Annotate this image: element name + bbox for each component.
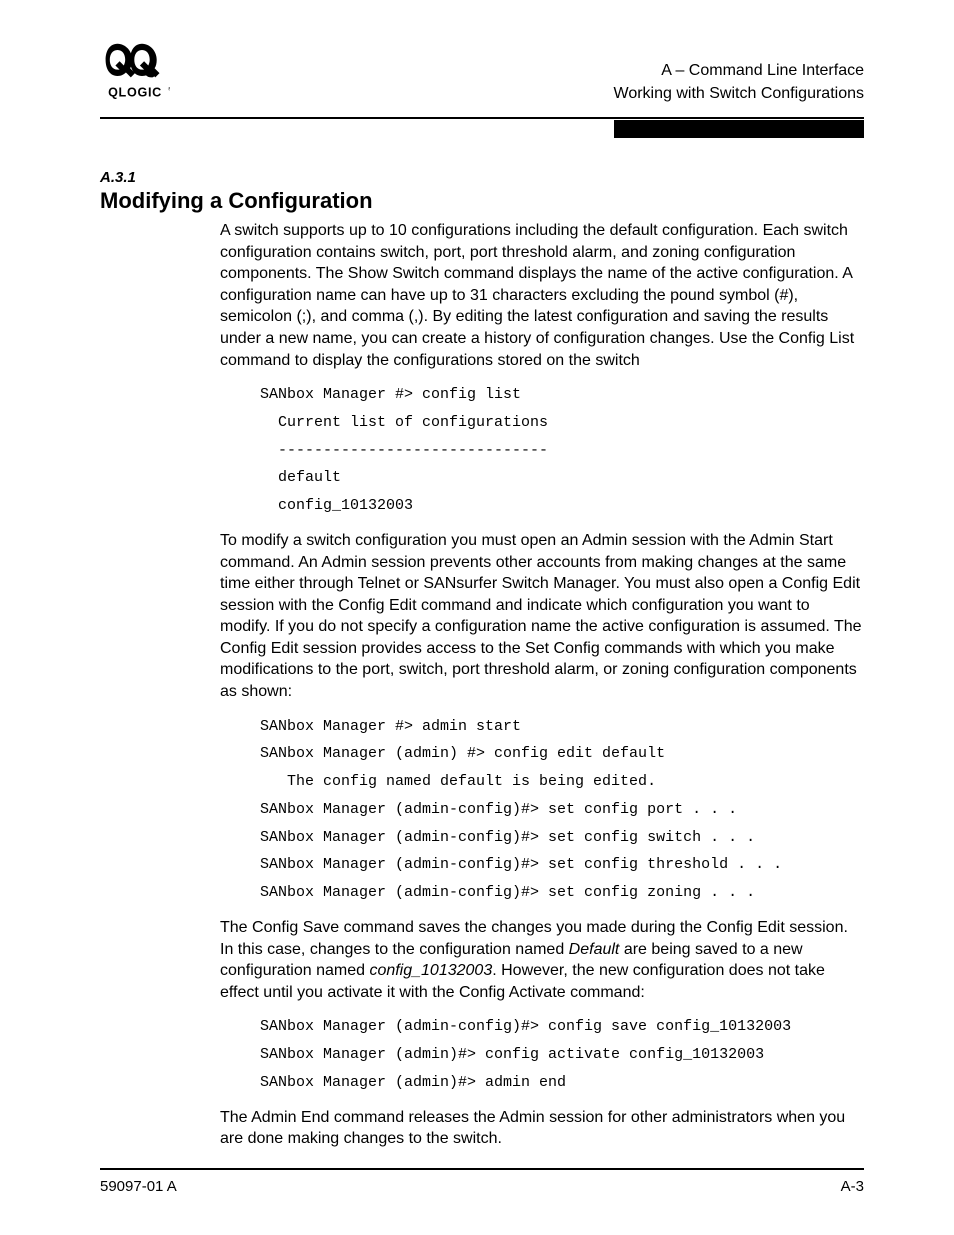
section-number: A.3.1 [100, 169, 864, 186]
footer-right: A-3 [841, 1178, 864, 1195]
para3-italic-1: Default [569, 941, 620, 958]
header-line-1: A – Command Line Interface [614, 60, 864, 82]
code-block-1: SANbox Manager #> config list Current li… [260, 381, 864, 520]
page-footer: 59097-01 A A-3 [100, 1168, 864, 1195]
page-header: QLOGIC ® A – Command Line Interface Work… [100, 40, 864, 113]
page: QLOGIC ® A – Command Line Interface Work… [0, 0, 954, 1235]
svg-text:®: ® [168, 86, 170, 93]
header-line-2: Working with Switch Configurations [614, 83, 864, 105]
section-title: Modifying a Configuration [100, 188, 864, 214]
footer-left: 59097-01 A [100, 1178, 177, 1195]
paragraph-3: The Config Save command saves the change… [220, 917, 864, 1003]
svg-text:QLOGIC: QLOGIC [108, 85, 162, 99]
paragraph-1: A switch supports up to 10 configuration… [220, 220, 864, 371]
header-rule [100, 117, 864, 119]
code-block-3: SANbox Manager (admin-config)#> config s… [260, 1013, 864, 1096]
paragraph-2: To modify a switch configuration you mus… [220, 530, 864, 703]
header-black-bar [614, 120, 864, 138]
para3-italic-2: config_10132003 [369, 962, 492, 979]
code-block-2: SANbox Manager #> admin start SANbox Man… [260, 713, 864, 907]
qlogic-logo: QLOGIC ® [100, 40, 170, 105]
paragraph-4: The Admin End command releases the Admin… [220, 1107, 864, 1150]
header-text: A – Command Line Interface Working with … [614, 60, 864, 105]
